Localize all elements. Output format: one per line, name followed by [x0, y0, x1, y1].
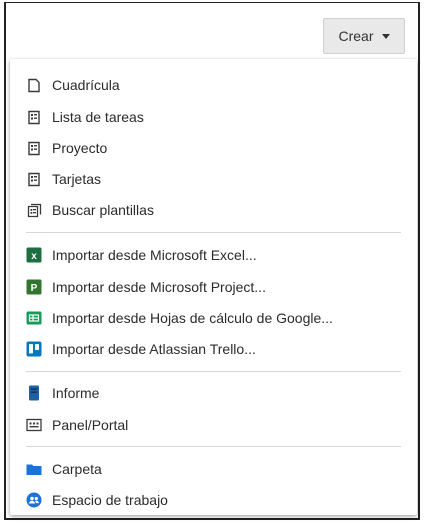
trello-icon: [26, 341, 42, 357]
task-list-icon: [26, 109, 42, 125]
menu-item-label: Informe: [52, 385, 100, 401]
templates-icon: [26, 202, 42, 218]
menu-item-label: Tarjetas: [52, 171, 102, 187]
menu-item-label: Importar desde Atlassian Trello...: [52, 341, 256, 357]
menu-item-label: Importar desde Microsoft Project...: [52, 279, 266, 295]
create-button[interactable]: Crear: [323, 18, 405, 54]
folder-icon: [26, 461, 42, 477]
menu-item-label: Lista de tareas: [52, 109, 144, 125]
workspace-icon: [26, 492, 42, 508]
menu-item-grid[interactable]: Cuadrícula: [26, 73, 120, 97]
menu-item-workspace[interactable]: Espacio de trabajo: [26, 488, 168, 512]
menu-item-label: Importar desde Hojas de cálculo de Googl…: [52, 310, 333, 326]
menu-item-folder[interactable]: Carpeta: [26, 457, 102, 481]
project-icon: [26, 140, 42, 156]
menu-divider: [26, 446, 401, 447]
menu-divider: [26, 232, 401, 233]
svg-text:P: P: [31, 283, 38, 294]
menu-item-cards[interactable]: Tarjetas: [26, 167, 101, 191]
menu-item-project[interactable]: Proyecto: [26, 136, 107, 160]
app-frame: Crear Cuadrícula Lista de tareas Proyect…: [4, 2, 420, 520]
menu-item-label: Carpeta: [52, 461, 102, 477]
menu-item-label: Cuadrícula: [52, 77, 120, 93]
create-button-label: Crear: [338, 28, 374, 44]
grid-sheet-icon: [26, 77, 42, 93]
menu-item-report[interactable]: Informe: [26, 381, 99, 405]
menu-item-label: Buscar plantillas: [52, 202, 154, 218]
caret-down-icon: [381, 33, 390, 39]
menu-item-search-templates[interactable]: Buscar plantillas: [26, 198, 154, 222]
menu-item-import-google-sheets[interactable]: Importar desde Hojas de cálculo de Googl…: [26, 306, 333, 330]
menu-item-label: Panel/Portal: [52, 417, 129, 433]
google-sheets-icon: [26, 310, 42, 326]
svg-text:x: x: [31, 251, 37, 262]
create-menu: Cuadrícula Lista de tareas Proyecto Tarj…: [10, 59, 417, 515]
menu-item-label: Espacio de trabajo: [52, 492, 168, 508]
ms-project-icon: P: [26, 279, 42, 295]
dashboard-icon: [26, 417, 42, 433]
menu-item-import-trello[interactable]: Importar desde Atlassian Trello...: [26, 337, 256, 361]
menu-item-task-list[interactable]: Lista de tareas: [26, 105, 144, 129]
cards-icon: [26, 171, 42, 187]
menu-item-import-excel[interactable]: x Importar desde Microsoft Excel...: [26, 243, 257, 267]
menu-item-label: Proyecto: [52, 140, 108, 156]
menu-divider: [26, 371, 401, 372]
excel-icon: x: [26, 247, 42, 263]
menu-item-label: Importar desde Microsoft Excel...: [52, 247, 257, 263]
menu-item-import-ms-project[interactable]: P Importar desde Microsoft Project...: [26, 275, 266, 299]
report-icon: [26, 385, 42, 401]
menu-item-dashboard[interactable]: Panel/Portal: [26, 413, 128, 437]
top-bar: Crear: [6, 3, 418, 54]
